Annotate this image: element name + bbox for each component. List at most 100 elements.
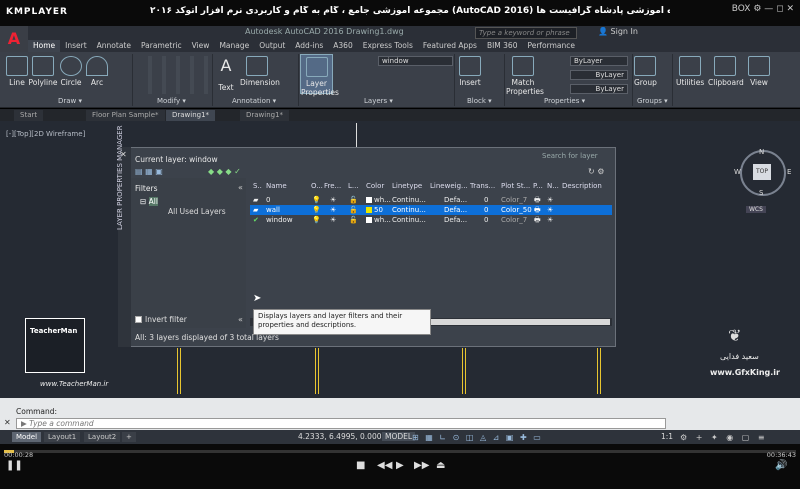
scrollbar-thumb[interactable] [420,319,610,325]
layer-transparency[interactable]: 0 [484,195,488,205]
next-icon[interactable]: ▶▶ [414,460,429,471]
col-description[interactable]: Description [562,182,602,190]
doc-tab-drawing1-b[interactable]: Drawing1* [240,110,290,121]
col-lock[interactable]: L... [348,182,359,190]
collapse-filters-icon[interactable]: « [238,315,243,324]
tab-home[interactable]: Home [28,40,61,52]
printer-icon[interactable]: 🖶 [534,195,541,205]
tab-insert[interactable]: Insert [60,40,92,52]
color-dropdown[interactable]: ByLayer [570,56,628,66]
seek-bar[interactable] [4,450,796,453]
vp-freeze-icon[interactable]: ☀ [547,215,553,225]
layer-lineweight[interactable]: Defa... [444,205,467,215]
lock-icon[interactable]: 🔓 [349,205,358,215]
col-on[interactable]: O... [311,182,323,190]
add-layout-button[interactable]: + [122,432,136,442]
layer-lineweight[interactable]: Defa... [444,215,467,225]
layer-row-window[interactable]: ✔ window 💡 ☀ 🔓 wh... Continu... Defa... … [250,215,612,225]
filter-all[interactable]: ⊟ All [140,197,158,206]
tab-annotate[interactable]: Annotate [92,40,136,52]
modify-tools-grid[interactable] [138,56,210,94]
polyline-button[interactable]: Polyline [28,56,58,87]
panel-label-properties[interactable]: Properties ▾ [544,97,585,105]
tab-parametric[interactable]: Parametric [136,40,187,52]
new-layer-icons[interactable]: ◆ ◆ ◆ ✓ [208,167,241,176]
status-tools-icons[interactable]: ⚙ + ✦ ◉ ▢ ≡ [680,433,768,442]
layout-tab-1[interactable]: Layout1 [44,432,81,442]
coordinates-display[interactable]: 4.2333, 6.4995, 0.0000 [298,432,386,441]
layout-tab-2[interactable]: Layout2 [84,432,121,442]
tab-express-tools[interactable]: Express Tools [358,40,418,52]
refresh-settings-icons[interactable]: ↻ ⚙ [588,167,604,176]
layer-linetype[interactable]: Continu... [392,215,426,225]
layer-linetype[interactable]: Continu... [392,195,426,205]
col-new-vp-freeze[interactable]: N... [547,182,559,190]
sun-icon[interactable]: ☀ [330,215,336,225]
play-pause-icon[interactable]: ❚❚ [6,460,23,471]
tab-bim-360[interactable]: BIM 360 [482,40,523,52]
application-menu-button[interactable]: A [0,26,28,52]
doc-tab-floor-plan[interactable]: Floor Plan Sample* [86,110,165,121]
circle-button[interactable]: Circle [60,56,82,87]
linetype-dropdown[interactable]: ByLayer [570,84,628,94]
tab-featured-apps[interactable]: Featured Apps [418,40,482,52]
tab-add-ins[interactable]: Add-ins [290,40,328,52]
utilities-button[interactable]: Utilities [676,56,704,87]
line-button[interactable]: Line [6,56,28,87]
volume-icon[interactable]: 🔊 [775,460,787,471]
sun-icon[interactable]: ☀ [330,205,336,215]
tab-manage[interactable]: Manage [214,40,254,52]
sign-in-button[interactable]: 👤 Sign In [598,27,638,36]
col-status[interactable]: S.. [253,182,262,190]
layer-transparency[interactable]: 0 [484,205,488,215]
viewcube-top-face[interactable]: TOP [753,164,771,180]
doc-tab-drawing1[interactable]: Drawing1* [166,110,216,121]
vp-freeze-icon[interactable]: ☀ [547,205,553,215]
panel-label-annotation[interactable]: Annotation ▾ [232,97,276,105]
color-swatch[interactable] [366,217,372,223]
col-freeze[interactable]: Fre... [324,182,341,190]
drafting-toggles[interactable]: ⊞ ▦ ∟ ⊙ ◫ ◬ ⊿ ▣ ✚ ▭ [412,433,543,442]
tab-output[interactable]: Output [254,40,290,52]
layer-linetype[interactable]: Continu... [392,205,426,215]
stop-icon[interactable]: ■ [356,460,365,471]
col-plot[interactable]: P... [533,182,543,190]
vp-freeze-icon[interactable]: ☀ [547,195,553,205]
match-properties-button[interactable]: Match Properties [506,56,544,96]
text-button[interactable]: A Text [215,56,237,94]
bulb-icon[interactable]: 💡 [312,195,321,205]
layout-tab-model[interactable]: Model [12,432,42,442]
bulb-icon[interactable]: 💡 [312,215,321,225]
dimension-button[interactable]: Dimension [240,56,280,87]
col-linetype[interactable]: Linetype [392,182,422,190]
printer-icon[interactable]: 🖶 [534,205,541,215]
color-swatch[interactable] [366,197,372,203]
arc-button[interactable]: Arc [86,56,108,87]
play-icon[interactable]: ▶ [396,460,404,471]
col-plot-style[interactable]: Plot St... [501,182,530,190]
eject-icon[interactable]: ⏏ [436,460,445,471]
layer-row-wall[interactable]: ▰ wall 💡 ☀ 🔓 50 Continu... Defa... 0 Col… [250,205,612,215]
panel-label-modify[interactable]: Modify ▾ [157,97,186,105]
viewport-controls[interactable]: [-][Top][2D Wireframe] [6,130,85,138]
panel-label-draw[interactable]: Draw ▾ [58,97,82,105]
layer-lineweight[interactable]: Defa... [444,195,467,205]
layer-dropdown[interactable]: window [378,56,453,66]
color-swatch[interactable] [366,207,372,213]
filter-all-used[interactable]: All Used Layers [168,207,226,216]
layer-properties-button[interactable]: Layer Properties [300,54,339,97]
prev-icon[interactable]: ◀◀ [377,460,392,471]
insert-block-button[interactable]: Insert [458,56,482,87]
panel-label-layers[interactable]: Layers ▾ [364,97,393,105]
layer-transparency[interactable]: 0 [484,215,488,225]
tab-view[interactable]: View [187,40,215,52]
panel-label-block[interactable]: Block ▾ [467,97,492,105]
col-lineweight[interactable]: Lineweig... [430,182,468,190]
layer-row-0[interactable]: ▰ 0 💡 ☀ 🔓 wh... Continu... Defa... 0 Col… [250,195,612,205]
sun-icon[interactable]: ☀ [330,195,336,205]
group-button[interactable]: Group [634,56,657,87]
help-search-input[interactable]: Type a keyword or phrase [475,27,577,39]
player-window-controls[interactable]: BOX ⚙ — ◻ ✕ [732,4,794,14]
lock-icon[interactable]: 🔓 [349,215,358,225]
invert-filter-checkbox[interactable] [135,316,142,323]
